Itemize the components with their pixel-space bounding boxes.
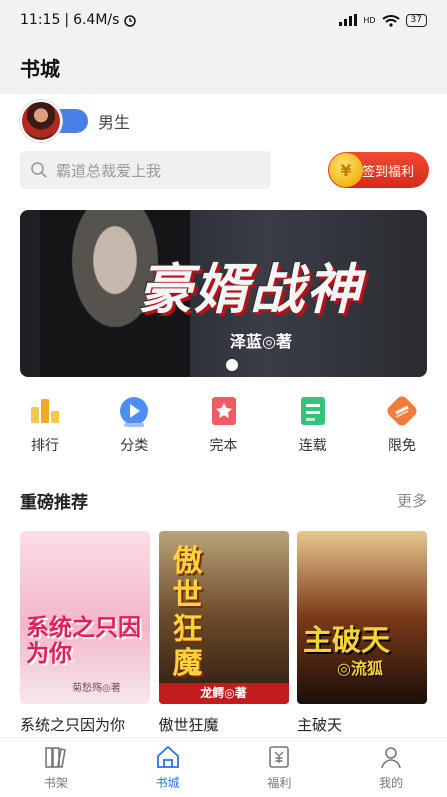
tab-profile-label: 我的 <box>379 776 404 790</box>
bookshelf-icon <box>45 747 66 768</box>
book-title[interactable]: 主破天 <box>297 714 427 735</box>
page-title: 书城 <box>0 40 447 94</box>
cover-author: ◎流狐 <box>337 659 383 678</box>
tab-welfare[interactable]: 福利 <box>239 744 319 791</box>
signal-icon <box>339 14 358 26</box>
book-title[interactable]: 傲世狂魔 <box>159 714 289 735</box>
alarm-icon <box>124 15 137 27</box>
tab-bookshelf-label: 书架 <box>43 776 68 790</box>
status-network-speed: 6.4M/s <box>73 12 120 28</box>
cover-title: 主破天 <box>303 623 391 657</box>
more-link[interactable]: 更多 <box>397 490 427 511</box>
category-finished[interactable]: 完本 <box>194 393 254 463</box>
category-classify[interactable]: 分类 <box>104 393 164 463</box>
signin-label: 签到福利 <box>362 164 415 180</box>
hd-signal-label: HD <box>363 15 376 25</box>
banner-carousel[interactable]: 豪婿战神 泽蓝◎著 <box>20 210 427 377</box>
book-card[interactable]: 系统之只因为你 菊愁殇◎著 系统之只因为你 <box>20 531 150 735</box>
bottom-tab-bar: 书架 书城 福利 我的 <box>0 737 447 797</box>
book-card[interactable]: 傲世狂魔 龙鳄◎著 傲世狂魔 <box>158 531 289 735</box>
search-icon <box>31 162 47 178</box>
category-icon <box>120 397 149 427</box>
section-title: 重磅推荐 <box>20 493 88 513</box>
category-free[interactable]: 限免 <box>372 393 432 463</box>
welfare-icon <box>269 746 290 768</box>
gender-label: 男生 <box>98 113 131 132</box>
search-input[interactable]: 霸道总裁爱上我 <box>20 151 271 189</box>
recommend-section-header: 重磅推荐 更多 <box>20 488 427 513</box>
wifi-icon <box>381 14 400 27</box>
category-serial-label: 连载 <box>298 438 327 454</box>
tab-profile[interactable]: 我的 <box>351 744 431 791</box>
cover-author: 菊愁殇◎著 <box>72 683 121 694</box>
book-cover[interactable]: 系统之只因为你 菊愁殇◎著 <box>20 531 150 704</box>
tab-welfare-label: 福利 <box>267 776 292 790</box>
tab-bookstore-label: 书城 <box>155 776 180 790</box>
recommend-book-list: 系统之只因为你 菊愁殇◎著 系统之只因为你 傲世狂魔 龙鳄◎著 傲世狂魔 主破天… <box>20 531 427 735</box>
tab-bookshelf[interactable]: 书架 <box>16 744 96 791</box>
status-bar: 11:15 | 6.4M/s HD 37 <box>0 0 447 40</box>
search-placeholder: 霸道总裁爱上我 <box>56 161 162 180</box>
free-limited-icon <box>387 396 417 426</box>
cover-title: 系统之只因为你 <box>26 615 141 667</box>
category-free-label: 限免 <box>388 438 416 454</box>
coin-icon: ¥ <box>329 153 363 187</box>
category-ranking[interactable]: 排行 <box>15 393 75 463</box>
ranking-icon <box>31 399 59 423</box>
category-classify-label: 分类 <box>120 438 149 454</box>
category-serial[interactable]: 连载 <box>283 393 343 463</box>
banner-author: 泽蓝◎著 <box>230 332 292 351</box>
cover-author: 龙鳄◎著 <box>158 683 289 704</box>
category-shortcuts: 排行 分类 完本 连载 限免 <box>0 393 447 463</box>
category-ranking-label: 排行 <box>31 438 59 454</box>
banner-title: 豪婿战神 <box>138 258 362 321</box>
battery-icon: 37 <box>405 13 427 27</box>
book-card[interactable]: 主破天 ◎流狐 主破天 <box>297 531 427 735</box>
bookstore-icon <box>156 745 179 768</box>
gender-switch-row[interactable]: 男生 <box>20 100 130 142</box>
avatar[interactable] <box>20 100 62 142</box>
signin-welfare-button[interactable]: ¥ 签到福利 <box>328 152 429 188</box>
book-cover[interactable]: 傲世狂魔 龙鳄◎著 <box>158 531 289 704</box>
status-time: 11:15 <box>20 12 61 28</box>
tab-bookstore[interactable]: 书城 <box>128 744 208 791</box>
category-finished-label: 完本 <box>209 438 238 454</box>
serial-icon <box>300 397 325 425</box>
cover-title: 傲世狂魔 <box>172 544 203 681</box>
profile-icon <box>381 747 401 769</box>
finished-book-icon <box>211 397 236 425</box>
book-cover[interactable]: 主破天 ◎流狐 <box>297 531 427 704</box>
book-title[interactable]: 系统之只因为你 <box>20 714 150 735</box>
carousel-indicator[interactable] <box>226 359 238 371</box>
